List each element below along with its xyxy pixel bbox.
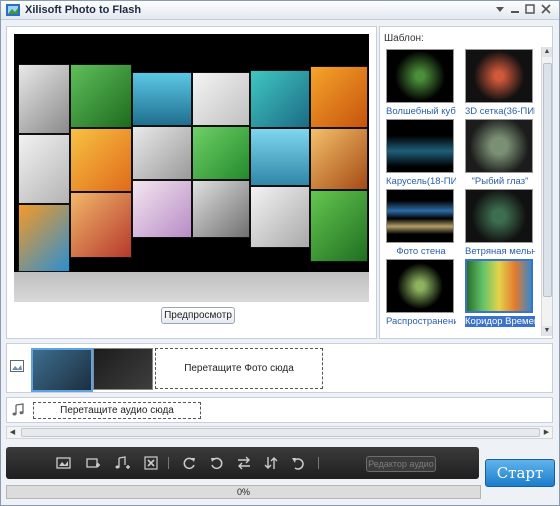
preview-tile bbox=[250, 70, 310, 128]
preview-tile bbox=[18, 204, 70, 272]
add-photo-icon[interactable] bbox=[56, 455, 72, 471]
audio-drop-zone[interactable]: Перетащите аудио сюда bbox=[33, 402, 201, 419]
preview-tile bbox=[132, 180, 192, 238]
template-item[interactable]: Фото стена bbox=[386, 189, 456, 257]
template-thumb bbox=[465, 119, 533, 173]
template-label: Ветряная мельни... bbox=[465, 246, 535, 257]
photo-thumbnail[interactable] bbox=[93, 348, 153, 390]
template-heading: Шаблон: bbox=[384, 33, 424, 44]
preview-tile bbox=[132, 72, 192, 126]
rotate-right-icon[interactable] bbox=[209, 455, 225, 471]
preview-tile bbox=[132, 126, 192, 180]
audio-track: Перетащите аудио сюда bbox=[6, 397, 553, 423]
preview-tile bbox=[310, 128, 368, 190]
template-label: Волшебный куб(... bbox=[386, 106, 456, 117]
photo-icon bbox=[10, 360, 24, 372]
template-item-selected[interactable]: Коридор Времен... bbox=[465, 259, 535, 327]
preview-tile bbox=[310, 66, 368, 128]
maximize-icon[interactable] bbox=[523, 3, 537, 16]
template-thumb bbox=[465, 259, 533, 313]
preview-panel: Предпросмотр bbox=[6, 26, 377, 339]
main-area: Предпросмотр Шаблон: Волшебный куб(... 3… bbox=[6, 26, 553, 339]
preview-tile bbox=[192, 180, 250, 238]
preview-tile bbox=[192, 72, 250, 126]
preview-tile bbox=[70, 192, 132, 258]
preview-tile bbox=[192, 126, 250, 180]
undo-icon[interactable] bbox=[290, 455, 306, 471]
window-title: Xilisoft Photo to Flash bbox=[25, 4, 142, 16]
timeline-scrollbar[interactable]: ◀ ▶ bbox=[6, 426, 553, 439]
preview-tile bbox=[310, 190, 368, 262]
template-thumb bbox=[465, 49, 533, 103]
scroll-up-icon[interactable]: ▲ bbox=[542, 47, 552, 57]
preview-tile bbox=[250, 128, 310, 186]
template-item[interactable]: Волшебный куб(... bbox=[386, 49, 456, 117]
scrollbar-thumb[interactable] bbox=[21, 428, 540, 437]
template-item[interactable]: Распространение bbox=[386, 259, 456, 327]
title-bar: Xilisoft Photo to Flash bbox=[1, 1, 559, 20]
music-note-icon bbox=[12, 403, 24, 416]
add-file-icon[interactable] bbox=[85, 455, 101, 471]
toolbar-divider bbox=[318, 457, 319, 469]
flip-vertical-icon[interactable] bbox=[263, 455, 279, 471]
template-label: Карусель(18-ПИК) bbox=[386, 176, 456, 187]
template-thumb bbox=[386, 189, 454, 243]
template-item[interactable]: 3D сетка(36-ПИК) bbox=[465, 49, 535, 117]
preview-tile bbox=[70, 64, 132, 128]
progress-bar: 0% bbox=[6, 485, 481, 499]
close-icon[interactable] bbox=[539, 3, 553, 16]
minimize-icon[interactable] bbox=[508, 3, 522, 16]
preview-tile bbox=[18, 134, 70, 204]
template-panel: Шаблон: Волшебный куб(... 3D сетка(36-ПИ… bbox=[379, 26, 553, 339]
audio-editor-button[interactable]: Редактор аудио bbox=[366, 456, 436, 472]
template-label: "Рыбий глаз" bbox=[471, 176, 529, 187]
template-thumb bbox=[465, 189, 533, 243]
template-item[interactable]: Карусель(18-ПИК) bbox=[386, 119, 456, 187]
template-scrollbar[interactable]: ▲ ▼ bbox=[541, 47, 552, 336]
preview-tile bbox=[70, 128, 132, 192]
app-icon bbox=[6, 4, 20, 16]
photo-track: Перетащите Фото сюда bbox=[6, 343, 553, 393]
template-label: 3D сетка(36-ПИК) bbox=[465, 106, 535, 117]
progress-label: 0% bbox=[236, 487, 250, 497]
template-label: Коридор Времен... bbox=[465, 316, 535, 327]
photo-thumbnail-selected[interactable] bbox=[31, 348, 93, 392]
template-grid: Волшебный куб(... 3D сетка(36-ПИК) Карус… bbox=[386, 49, 539, 335]
toolbar: Редактор аудио bbox=[6, 447, 479, 479]
flash-preview-stage bbox=[14, 34, 369, 302]
add-audio-icon[interactable] bbox=[114, 455, 130, 471]
preview-floor bbox=[14, 272, 369, 302]
photo-drop-zone[interactable]: Перетащите Фото сюда bbox=[155, 348, 323, 389]
scroll-down-icon[interactable]: ▼ bbox=[542, 326, 552, 336]
preview-tile bbox=[18, 64, 70, 134]
scrollbar-thumb[interactable] bbox=[543, 63, 552, 297]
template-thumb bbox=[386, 119, 454, 173]
preview-tile bbox=[250, 186, 310, 248]
template-label: Распространение bbox=[386, 316, 456, 327]
start-button[interactable]: Старт bbox=[485, 459, 555, 487]
toolbar-divider bbox=[168, 457, 169, 469]
template-label: Фото стена bbox=[396, 246, 446, 257]
template-item[interactable]: Ветряная мельни... bbox=[465, 189, 535, 257]
template-item[interactable]: "Рыбий глаз" bbox=[465, 119, 535, 187]
app-window: Xilisoft Photo to Flash Предпросмотр Шаб… bbox=[0, 0, 560, 506]
rotate-left-icon[interactable] bbox=[181, 455, 197, 471]
dropdown-icon[interactable] bbox=[493, 3, 507, 16]
scroll-left-icon[interactable]: ◀ bbox=[7, 427, 18, 438]
template-thumb bbox=[386, 259, 454, 313]
flip-horizontal-icon[interactable] bbox=[236, 455, 252, 471]
scroll-right-icon[interactable]: ▶ bbox=[541, 427, 552, 438]
preview-button[interactable]: Предпросмотр bbox=[161, 307, 235, 324]
template-thumb bbox=[386, 49, 454, 103]
delete-icon[interactable] bbox=[143, 455, 159, 471]
